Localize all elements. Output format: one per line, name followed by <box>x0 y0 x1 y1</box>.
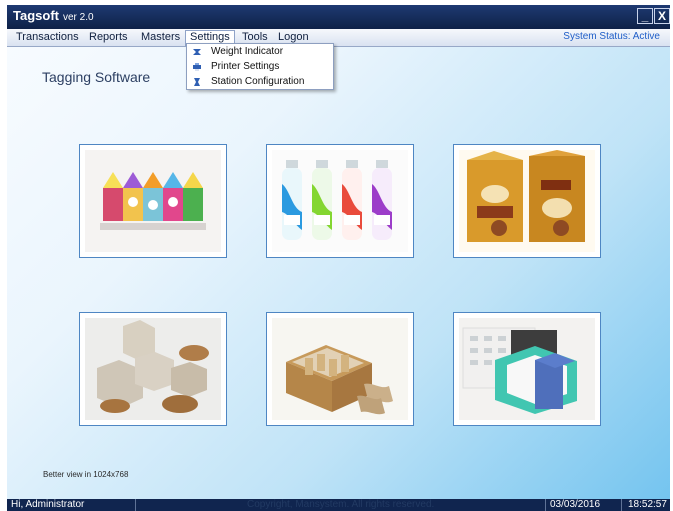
status-user: Hi, Administrator <box>11 499 85 510</box>
minimize-button[interactable]: _ <box>637 8 653 24</box>
menu-transactions[interactable]: Transactions <box>16 31 79 43</box>
foam-packaging-image <box>453 312 601 426</box>
cardboard-shipping-image <box>266 312 414 426</box>
status-copyright: Copyright, Mansystem. All rights reserve… <box>247 499 435 510</box>
close-button[interactable]: X <box>654 8 670 24</box>
menu-masters[interactable]: Masters <box>141 31 180 43</box>
status-bar: Hi, Administrator Copyright, Mansystem. … <box>7 499 670 511</box>
system-status: System Status: Active <box>563 31 660 42</box>
cardboard-shipping-graphic <box>272 318 408 420</box>
status-separator <box>621 499 622 511</box>
view-hint: Better view in 1024x768 <box>43 470 129 479</box>
app-name: Tagsoft <box>13 8 59 23</box>
dropdown-station-configuration[interactable]: Station Configuration <box>187 75 333 89</box>
foam-packaging-graphic <box>459 318 595 420</box>
status-separator <box>135 499 136 511</box>
colorful-packaging-image <box>79 144 227 258</box>
menu-bar: Transactions Reports Masters Settings To… <box>7 29 670 47</box>
status-time: 18:52:57 <box>628 499 667 510</box>
dropdown-weight-indicator[interactable]: Weight Indicator <box>187 45 333 59</box>
station-configuration-icon <box>194 78 200 86</box>
dropdown-label-station-configuration: Station Configuration <box>211 76 305 87</box>
printer-icon <box>193 63 201 71</box>
bottles-image <box>266 144 414 258</box>
menu-reports[interactable]: Reports <box>89 31 128 43</box>
app-version: ver 2.0 <box>62 12 94 23</box>
status-separator <box>545 499 546 511</box>
dropdown-label-printer-settings: Printer Settings <box>211 61 280 72</box>
window-title: Tagsoft ver 2.0 <box>13 8 94 23</box>
settings-dropdown: Weight Indicator Printer Settings Statio… <box>186 43 334 90</box>
page-title: Tagging Software <box>42 69 151 85</box>
status-date: 03/03/2016 <box>550 499 601 510</box>
title-bar: Tagsoft ver 2.0 _ X <box>7 5 670 29</box>
main-content: Tagging Software Better view in 1024x768 <box>7 47 670 499</box>
app-window: Tagsoft ver 2.0 _ X Transactions Reports … <box>7 5 670 511</box>
tea-boxes-graphic <box>459 150 595 252</box>
tea-boxes-image <box>453 144 601 258</box>
weight-indicator-icon <box>193 49 201 55</box>
menu-logon[interactable]: Logon <box>278 31 309 43</box>
colorful-packaging-graphic <box>85 150 221 252</box>
dropdown-label-weight-indicator: Weight Indicator <box>211 46 284 57</box>
packaging-boxes-graphic <box>85 318 221 420</box>
packaging-boxes-image <box>79 312 227 426</box>
bottles-graphic <box>272 150 408 252</box>
menu-tools[interactable]: Tools <box>242 31 268 43</box>
dropdown-printer-settings[interactable]: Printer Settings <box>187 60 333 74</box>
